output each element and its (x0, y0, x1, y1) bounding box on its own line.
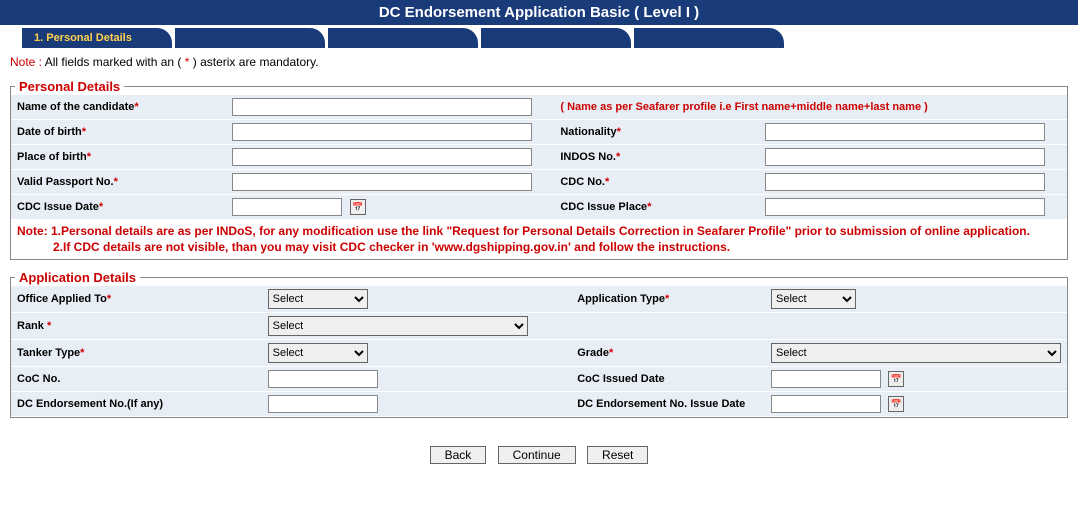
nationality-label: Nationality (560, 126, 616, 138)
dob-label: Date of birth (17, 126, 82, 138)
office-label: Office Applied To (17, 293, 107, 305)
personal-note-line1: Note: 1.Personal details are as per INDo… (17, 223, 1061, 239)
tanker-select[interactable]: Select (268, 343, 368, 363)
name-label: Name of the candidate (17, 101, 134, 113)
calendar-icon[interactable]: 📅 (888, 371, 904, 387)
passport-input[interactable] (232, 173, 532, 191)
cdc-issue-place-label: CDC Issue Place (560, 201, 647, 213)
cdcno-label: CDC No. (560, 176, 605, 188)
indos-label: INDOS No. (560, 151, 616, 163)
dcend-date-input[interactable] (771, 395, 881, 413)
rank-select[interactable]: Select (268, 316, 528, 336)
rank-label: Rank (17, 320, 47, 332)
calendar-icon[interactable]: 📅 (888, 396, 904, 412)
pob-input[interactable] (232, 148, 532, 166)
app-type-select[interactable]: Select (771, 289, 856, 309)
name-hint: ( Name as per Seafarer profile i.e First… (560, 101, 927, 113)
application-details-fieldset: Application Details Office Applied To* S… (10, 270, 1068, 418)
dcend-no-label: DC Endorsement No.(If any) (17, 398, 163, 410)
tab-2[interactable] (175, 28, 325, 48)
cdc-issue-date-input[interactable] (232, 198, 342, 216)
button-row: Back Continue Reset (0, 428, 1078, 474)
mandatory-note: Note : All fields marked with an ( * ) a… (0, 51, 1078, 73)
reset-button[interactable]: Reset (587, 446, 648, 464)
back-button[interactable]: Back (430, 446, 487, 464)
coc-no-input[interactable] (268, 370, 378, 388)
pob-label: Place of birth (17, 151, 87, 163)
note-prefix: Note : (10, 55, 42, 69)
coc-date-input[interactable] (771, 370, 881, 388)
tanker-label: Tanker Type (17, 347, 80, 359)
continue-button[interactable]: Continue (498, 446, 576, 464)
grade-label: Grade (577, 347, 609, 359)
personal-note-line2: 2.If CDC details are not visible, than y… (17, 239, 1061, 255)
grade-select[interactable]: Select (771, 343, 1061, 363)
app-type-label: Application Type (577, 293, 665, 305)
indos-input[interactable] (765, 148, 1045, 166)
cdc-issue-place-input[interactable] (765, 198, 1045, 216)
personal-legend: Personal Details (15, 79, 124, 94)
tab-4[interactable] (481, 28, 631, 48)
dob-input[interactable] (232, 123, 532, 141)
coc-date-label: CoC Issued Date (577, 373, 664, 385)
cdcno-input[interactable] (765, 173, 1045, 191)
dcend-no-input[interactable] (268, 395, 378, 413)
page-title: DC Endorsement Application Basic ( Level… (379, 4, 699, 21)
tab-3[interactable] (328, 28, 478, 48)
page-title-bar: DC Endorsement Application Basic ( Level… (0, 0, 1078, 25)
tab-personal-details[interactable]: 1. Personal Details (22, 28, 172, 48)
name-input[interactable] (232, 98, 532, 116)
tabs-row: 1. Personal Details (0, 25, 1078, 51)
personal-details-fieldset: Personal Details Name of the candidate* … (10, 79, 1068, 260)
nationality-input[interactable] (765, 123, 1045, 141)
passport-label: Valid Passport No. (17, 176, 114, 188)
coc-no-label: CoC No. (17, 373, 60, 385)
application-legend: Application Details (15, 270, 140, 285)
dcend-date-label: DC Endorsement No. Issue Date (577, 398, 745, 410)
cdc-issue-date-label: CDC Issue Date (17, 201, 99, 213)
office-select[interactable]: Select (268, 289, 368, 309)
calendar-icon[interactable]: 📅 (350, 199, 366, 215)
tab-5[interactable] (634, 28, 784, 48)
